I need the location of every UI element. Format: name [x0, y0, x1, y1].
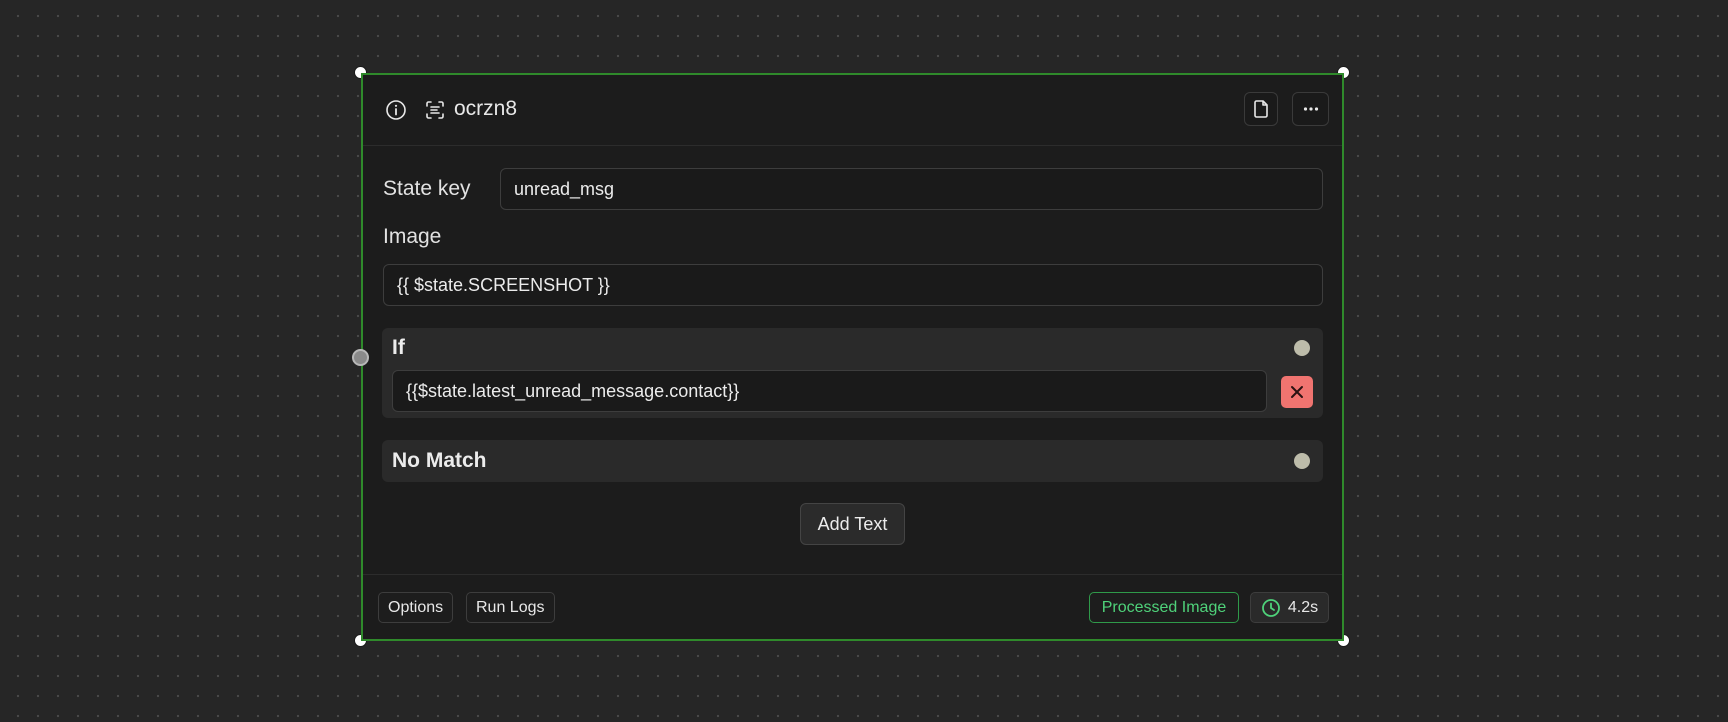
close-icon: [1289, 384, 1305, 400]
if-output-handle[interactable]: [1294, 340, 1310, 356]
more-horizontal-icon: [1301, 99, 1321, 119]
ocr-scan-icon: [424, 99, 446, 121]
image-label: Image: [383, 225, 442, 248]
duration-badge: 4.2s: [1250, 592, 1329, 623]
delete-condition-button[interactable]: [1281, 376, 1313, 408]
if-label: If: [392, 336, 405, 359]
document-button[interactable]: [1244, 92, 1278, 126]
if-condition-block: If {{$state.latest_unread_message.contac…: [382, 328, 1323, 418]
no-match-output-handle[interactable]: [1294, 453, 1310, 469]
if-condition-input[interactable]: {{$state.latest_unread_message.contact}}: [392, 370, 1267, 412]
duration-text: 4.2s: [1287, 598, 1319, 616]
input-handle[interactable]: [352, 349, 369, 366]
add-text-button[interactable]: Add Text: [800, 503, 905, 545]
clock-icon: [1261, 598, 1281, 618]
node-footer: Options Run Logs Processed Image 4.2s: [363, 574, 1342, 639]
ocr-node-card[interactable]: ocrzn8 State key unread_msg Image {{ $st…: [361, 73, 1344, 641]
no-match-block: No Match: [382, 440, 1323, 482]
more-options-button[interactable]: [1292, 92, 1329, 126]
node-title: ocrzn8: [454, 97, 518, 120]
state-key-label: State key: [383, 177, 471, 200]
no-match-label: No Match: [392, 449, 487, 472]
image-input[interactable]: {{ $state.SCREENSHOT }}: [383, 264, 1323, 306]
options-button[interactable]: Options: [378, 592, 454, 623]
state-key-input[interactable]: unread_msg: [500, 168, 1323, 210]
info-icon[interactable]: [385, 99, 407, 121]
processed-image-badge[interactable]: Processed Image: [1089, 592, 1239, 623]
run-logs-button[interactable]: Run Logs: [466, 592, 555, 623]
node-header: ocrzn8: [363, 75, 1342, 146]
document-icon: [1251, 99, 1271, 119]
